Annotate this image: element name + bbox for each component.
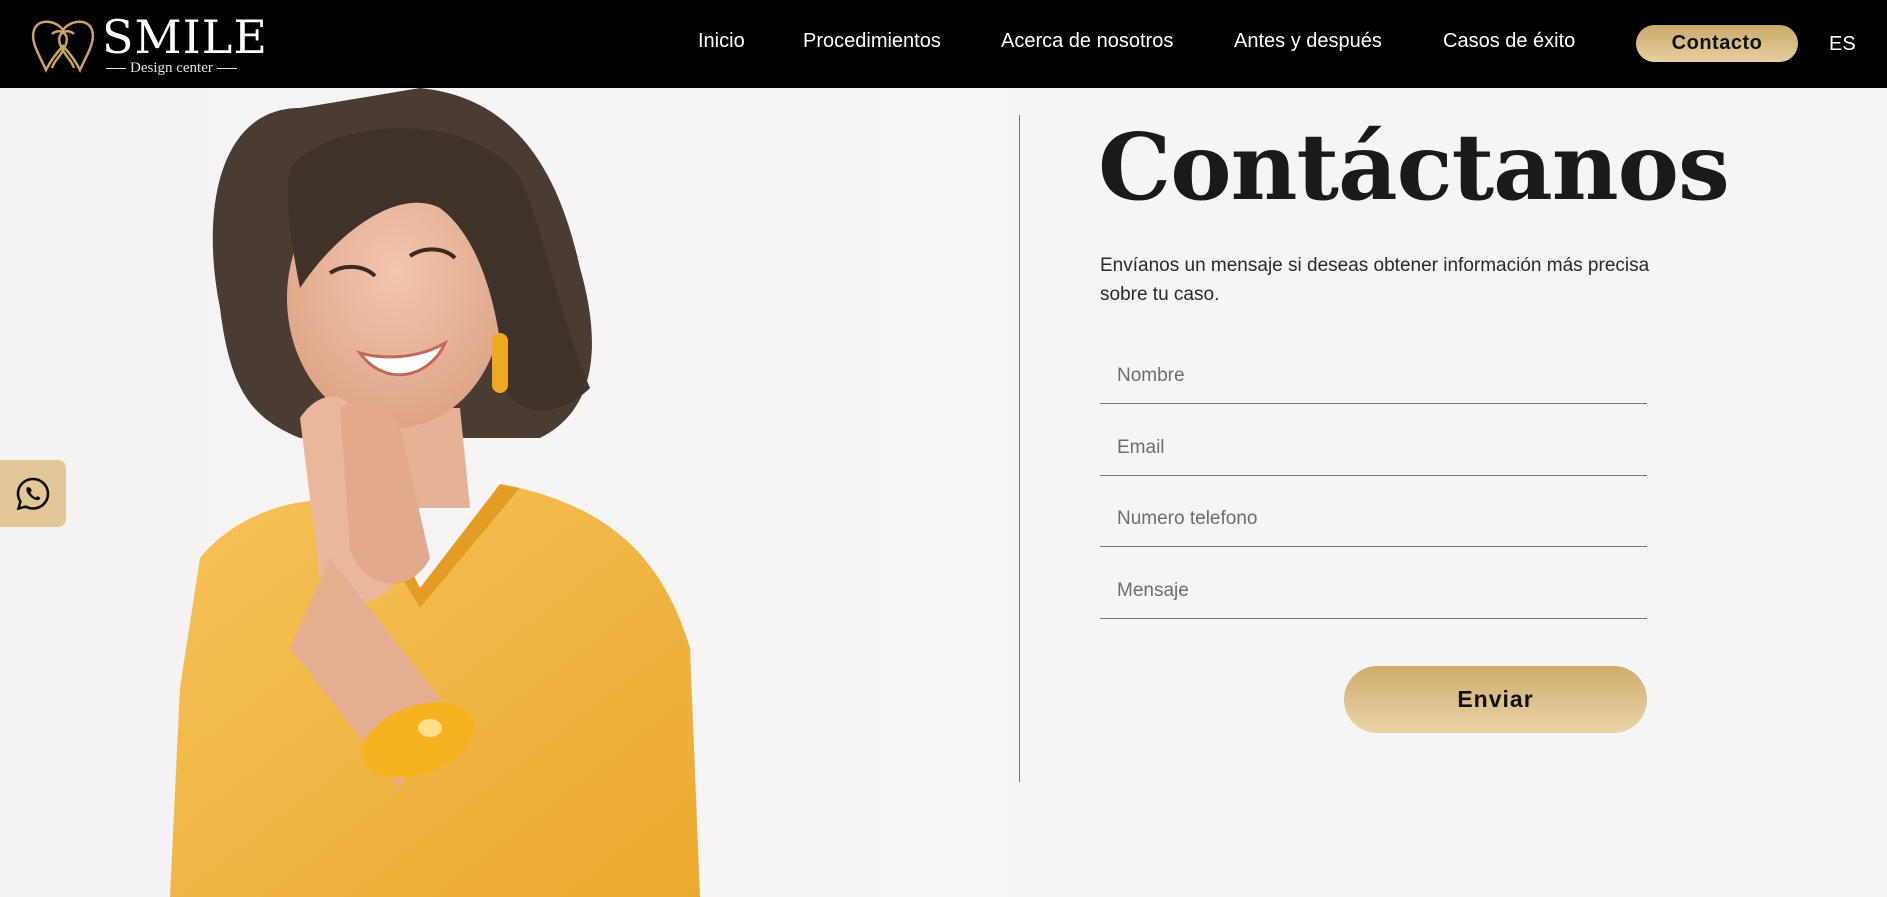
- whatsapp-icon: [16, 477, 50, 510]
- message-field-wrapper: [1100, 564, 1647, 619]
- email-field-wrapper: [1100, 421, 1647, 476]
- email-input[interactable]: [1100, 421, 1647, 475]
- nav-link-antes-despues[interactable]: Antes y después: [1234, 30, 1382, 53]
- whatsapp-button[interactable]: [0, 460, 66, 527]
- hero-photo: [0, 88, 1010, 897]
- send-button[interactable]: Enviar: [1344, 666, 1647, 733]
- top-navigation: SMILE Design center Inicio Procedimiento…: [0, 0, 1887, 88]
- smiling-woman-illustration: [170, 88, 700, 897]
- message-input[interactable]: [1100, 564, 1647, 618]
- contact-heading: Contáctanos: [1098, 113, 1730, 221]
- phone-input[interactable]: [1100, 492, 1647, 546]
- name-field-wrapper: [1100, 349, 1647, 404]
- brand-logo[interactable]: SMILE Design center: [30, 14, 267, 76]
- section-divider: [1019, 115, 1020, 782]
- name-input[interactable]: [1100, 349, 1647, 403]
- logo-tagline-text: Design center: [130, 60, 213, 76]
- nav-link-procedimientos[interactable]: Procedimientos: [803, 30, 941, 53]
- nav-link-inicio[interactable]: Inicio: [698, 30, 745, 53]
- phone-field-wrapper: [1100, 492, 1647, 547]
- language-selector[interactable]: ES: [1829, 33, 1856, 56]
- tooth-heart-logo-icon: [31, 20, 95, 73]
- nav-link-acerca[interactable]: Acerca de nosotros: [1001, 30, 1173, 53]
- logo-title: SMILE: [102, 10, 268, 64]
- contact-button[interactable]: Contacto: [1636, 25, 1798, 62]
- logo-text: SMILE Design center: [102, 14, 268, 76]
- contact-intro: Envíanos un mensaje si deseas obtener in…: [1100, 255, 1650, 305]
- nav-link-casos-exito[interactable]: Casos de éxito: [1443, 30, 1575, 53]
